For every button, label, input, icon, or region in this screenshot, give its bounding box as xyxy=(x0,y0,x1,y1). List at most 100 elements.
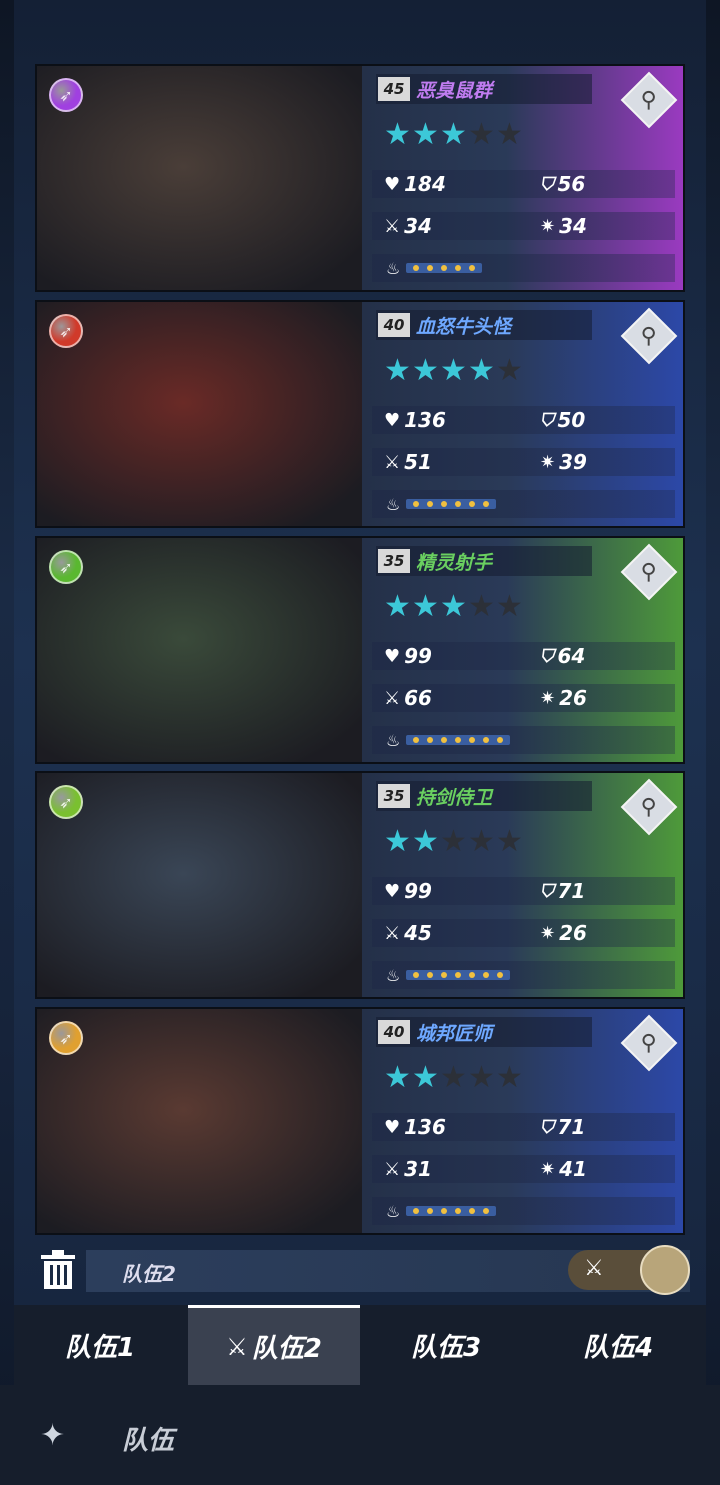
def-stat: ⛉ 50 xyxy=(540,406,585,434)
hero-card[interactable]: ➶ 35 精灵射手 ⚲ ★ ★ ★ ★ ★ ♥ 99 ⛉ 64 ⚔ 66 ✷ 26 ♨ xyxy=(35,536,685,764)
hero-info-panel: 35 精灵射手 ⚲ ★ ★ ★ ★ ★ ♥ 99 ⛉ 64 ⚔ 66 ✷ 26 ♨ xyxy=(362,538,683,762)
energy-dot xyxy=(427,501,434,507)
spd-stat: ✷ 26 xyxy=(540,684,587,712)
stat-row: ⚔ 66 ✷ 26 xyxy=(372,684,675,712)
tab-team-4[interactable]: 队伍4 xyxy=(532,1305,704,1385)
star-icon: ★ xyxy=(468,824,495,859)
tab-team-3[interactable]: 队伍3 xyxy=(360,1305,532,1385)
star-icon: ★ xyxy=(384,824,411,859)
star-rating: ★ ★ ★ ★ ★ xyxy=(384,1063,524,1093)
energy-dot xyxy=(469,972,476,978)
sparkle-burst-icon: ✷ xyxy=(540,451,556,473)
star-rating: ★ ★ ★ ★ ★ xyxy=(384,827,524,857)
inspect-button[interactable]: ⚲ xyxy=(620,543,678,601)
star-icon: ★ xyxy=(384,117,411,152)
heart-icon: ♥ xyxy=(384,409,401,431)
star-icon: ★ xyxy=(468,117,495,152)
leaf-element-icon: ➶ xyxy=(49,785,83,819)
energy-dot xyxy=(469,1208,476,1214)
sparkle-burst-icon: ✷ xyxy=(540,1158,556,1180)
stat-row: ⚔ 45 ✷ 26 xyxy=(372,919,675,947)
inspect-button[interactable]: ⚲ xyxy=(620,307,678,365)
energy-dot xyxy=(427,972,434,978)
footer-title: 队伍 xyxy=(122,1426,175,1456)
tab-team-1[interactable]: 队伍1 xyxy=(14,1305,186,1385)
energy-dot xyxy=(413,265,420,271)
energy-dots xyxy=(406,735,511,745)
hero-portrait[interactable] xyxy=(37,773,362,997)
star-icon: ★ xyxy=(496,1060,523,1095)
hero-portrait[interactable] xyxy=(37,302,362,526)
hp-stat: ♥ 136 xyxy=(384,1113,446,1141)
stat-row: ♥ 99 ⛉ 64 xyxy=(372,642,675,670)
hp-stat: ♥ 99 xyxy=(384,877,432,905)
energy-dot xyxy=(441,972,448,978)
magnifier-icon: ⚲ xyxy=(640,1030,658,1056)
hero-portrait[interactable] xyxy=(37,66,362,290)
hp-stat: ♥ 184 xyxy=(384,170,446,198)
tab-label: 队伍4 xyxy=(582,1332,654,1363)
star-icon: ★ xyxy=(384,589,411,624)
star-icon: ★ xyxy=(412,589,439,624)
tab-label: 队伍2 xyxy=(251,1334,322,1364)
energy-row: ♨ xyxy=(372,726,675,754)
energy-dot xyxy=(497,972,504,978)
magnifier-icon: ⚲ xyxy=(640,794,658,820)
star-icon: ★ xyxy=(468,353,495,388)
inspect-button[interactable]: ⚲ xyxy=(620,778,678,836)
hero-card[interactable]: ➶ 45 恶臭鼠群 ⚲ ★ ★ ★ ★ ★ ♥ 184 ⛉ 56 ⚔ 34 ✷ 34 ♨ xyxy=(35,64,685,292)
inspect-button[interactable]: ⚲ xyxy=(620,71,678,129)
magnifier-icon: ⚲ xyxy=(640,323,658,349)
hero-portrait[interactable] xyxy=(37,538,362,762)
energy-stat: ♨ xyxy=(372,961,511,989)
footer xyxy=(0,1385,720,1485)
hero-portrait[interactable] xyxy=(37,1009,362,1233)
stat-row: ♥ 136 ⛉ 71 xyxy=(372,1113,675,1141)
heart-icon: ♥ xyxy=(384,645,401,667)
flame-icon: ♨ xyxy=(386,258,401,278)
hero-card[interactable]: ➶ 35 持剑侍卫 ⚲ ★ ★ ★ ★ ★ ♥ 99 ⛉ 71 ⚔ 45 ✷ 26 ♨ xyxy=(35,771,685,999)
hero-card[interactable]: ➶ 40 城邦匠师 ⚲ ★ ★ ★ ★ ★ ♥ 136 ⛉ 71 ⚔ 31 ✷ 41 ♨ xyxy=(35,1007,685,1235)
delete-team-button[interactable] xyxy=(38,1248,78,1292)
heart-icon: ♥ xyxy=(384,1116,401,1138)
hp-stat: ♥ 136 xyxy=(384,406,446,434)
battle-toggle[interactable]: ⚔ xyxy=(568,1245,690,1295)
energy-row: ♨ xyxy=(372,254,675,282)
atk-stat: ⚔ 45 xyxy=(384,919,432,947)
hero-info-panel: 40 城邦匠师 ⚲ ★ ★ ★ ★ ★ ♥ 136 ⛉ 71 ⚔ 31 ✷ 41 ♨ xyxy=(362,1009,683,1233)
atk-value: 45 xyxy=(404,921,432,945)
tab-label: 队伍3 xyxy=(410,1332,482,1363)
hero-card[interactable]: ➶ 40 血怒牛头怪 ⚲ ★ ★ ★ ★ ★ ♥ 136 ⛉ 50 ⚔ 51 ✷ 39 ♨ xyxy=(35,300,685,528)
hero-level: 35 xyxy=(378,549,410,573)
energy-stat: ♨ xyxy=(372,254,483,282)
hero-level: 35 xyxy=(378,784,410,808)
def-stat: ⛉ 71 xyxy=(540,1113,585,1141)
sword-icon: ⚔ xyxy=(384,687,401,709)
def-stat: ⛉ 71 xyxy=(540,877,585,905)
atk-value: 34 xyxy=(404,214,432,238)
fire-element-icon: ➶ xyxy=(49,314,83,348)
energy-dot xyxy=(413,501,420,507)
def-value: 50 xyxy=(557,408,586,432)
star-rating: ★ ★ ★ ★ ★ xyxy=(384,356,524,386)
shield-icon: ⛉ xyxy=(540,880,554,902)
shield-icon: ⛉ xyxy=(540,409,554,431)
energy-dot xyxy=(497,737,504,743)
sword-icon: ⚔ xyxy=(384,215,401,237)
magnifier-icon: ⚲ xyxy=(640,559,658,585)
hero-level: 45 xyxy=(378,77,410,101)
star-icon: ★ xyxy=(440,1060,467,1095)
def-value: 56 xyxy=(557,172,586,196)
inspect-button[interactable]: ⚲ xyxy=(620,1014,678,1072)
energy-dot xyxy=(441,1208,448,1214)
hp-value: 184 xyxy=(404,172,446,196)
sparkle-burst-icon: ✷ xyxy=(540,215,556,237)
energy-dots xyxy=(406,1206,497,1216)
def-value: 64 xyxy=(557,644,586,668)
crossed-swords-icon: ⚔ xyxy=(226,1332,248,1361)
hero-info-panel: 35 持剑侍卫 ⚲ ★ ★ ★ ★ ★ ♥ 99 ⛉ 71 ⚔ 45 ✷ 26 ♨ xyxy=(362,773,683,997)
tab-team-2[interactable]: ⚔ 队伍2 xyxy=(188,1305,360,1385)
energy-dot xyxy=(469,501,476,507)
toggle-knob[interactable] xyxy=(640,1245,690,1295)
energy-dot xyxy=(455,265,462,271)
